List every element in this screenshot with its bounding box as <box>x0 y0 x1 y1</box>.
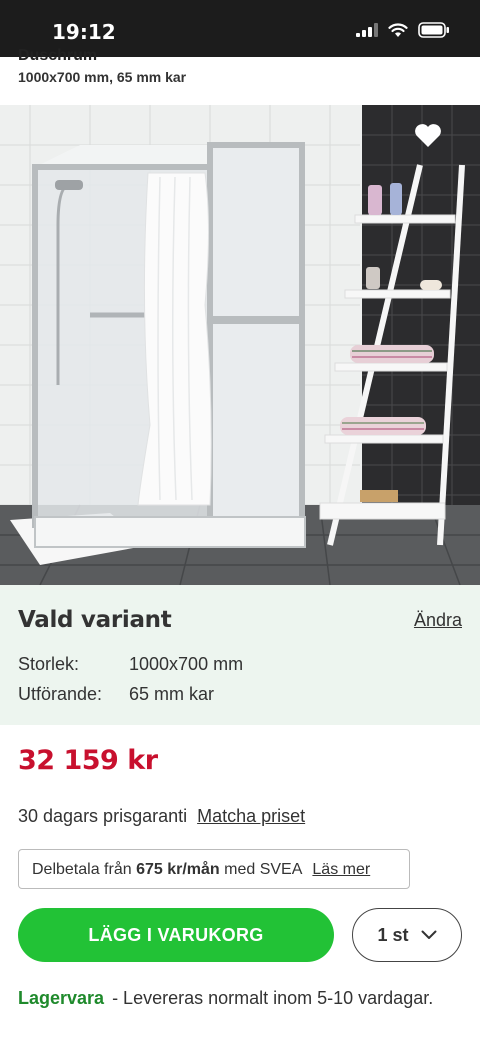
guarantee-text: 30 dagars prisgaranti <box>18 806 188 826</box>
quantity-value: 1 st <box>377 924 409 945</box>
add-to-cart-button[interactable]: LÄGG I VARUKORG <box>18 908 334 962</box>
shower-room-illustration <box>0 105 480 585</box>
stock-info: Lagervara - Levereras normalt inom 5-10 v… <box>18 984 468 1013</box>
quantity-select[interactable]: 1 st <box>352 908 462 962</box>
product-subtitle: 1000x700 mm, 65 mm kar <box>18 69 187 85</box>
delivery-text: - Levereras normalt inom 5-10 vardagar. <box>112 988 434 1008</box>
battery-icon <box>418 22 449 38</box>
change-variant-link[interactable]: Ändra <box>414 610 462 631</box>
stock-status: Lagervara <box>18 988 105 1008</box>
wifi-icon <box>388 22 408 37</box>
installment-suffix: med SVEA <box>224 861 303 878</box>
status-icons <box>356 22 450 38</box>
variant-value: 65 mm kar <box>129 684 215 704</box>
read-more-link[interactable]: Läs mer <box>312 861 370 878</box>
variant-label: Utförande: <box>18 684 103 704</box>
product-name: Duschrum <box>18 47 98 64</box>
variant-value: 1000x700 mm <box>129 654 244 674</box>
match-price-link[interactable]: Matcha priset <box>197 806 305 826</box>
price-guarantee: 30 dagars prisgaranti Matcha priset <box>18 806 305 827</box>
variant-row-finish: Utförande: 65 mm kar <box>18 684 214 705</box>
variant-label: Storlek: <box>18 654 80 674</box>
product-price: 32 159 kr <box>18 745 158 776</box>
heart-icon[interactable] <box>414 123 442 148</box>
chevron-down-icon <box>421 930 437 939</box>
product-header: Duschrum 1000x700 mm, 65 mm kar <box>0 47 480 105</box>
selected-variant-panel: Vald variant Ändra Storlek: 1000x700 mm U… <box>0 585 480 725</box>
installment-prefix: Delbetala från <box>32 861 132 878</box>
variant-title: Vald variant <box>18 607 172 633</box>
variant-row-size: Storlek: 1000x700 mm <box>18 654 243 675</box>
status-time: 19:12 <box>52 20 116 44</box>
signal-icon <box>356 23 378 37</box>
product-image[interactable] <box>0 105 480 585</box>
installment-box: Delbetala från 675 kr/mån med SVEA Läs me… <box>18 849 410 889</box>
installment-amount: 675 kr/mån <box>136 861 220 878</box>
